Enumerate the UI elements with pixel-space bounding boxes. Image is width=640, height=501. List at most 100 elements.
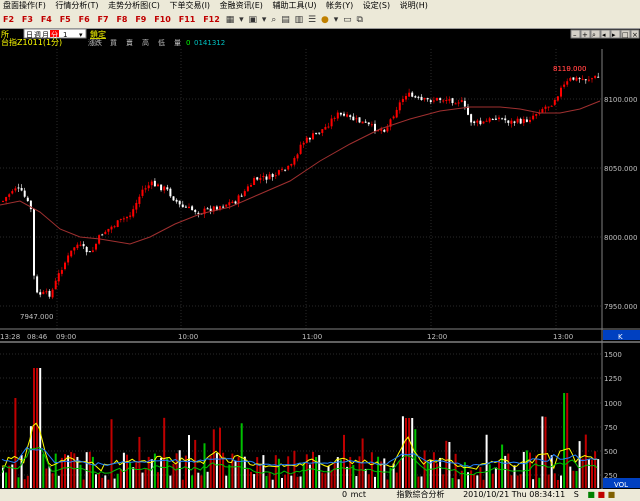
candle-body [67,255,70,263]
volume-bar [597,459,600,488]
chart-canvas[interactable]: 所 日 週 月 分 1 ▾ 鎖定 台指Z1011(1分) 漲跌 買 賣 高 低 … [0,29,640,489]
candle-body [271,174,274,177]
tray-icon[interactable]: ■ [608,490,616,499]
time-value: 0141312 [194,39,225,47]
candle-body [544,106,547,109]
f2-key[interactable]: F2 [3,11,14,28]
candle-body [343,113,345,116]
volume-bar [240,423,243,488]
volume-bar [482,479,485,488]
volume-bar [556,479,559,488]
f4-key[interactable]: F4 [41,11,52,28]
price-label-7950: 7950.000 [604,303,637,311]
candle-body [60,270,63,274]
menu-item-0[interactable]: 盘面操作(F) [3,1,46,10]
candle-body [374,123,376,132]
chart-icon[interactable]: ▤ [281,12,290,28]
candle-body [178,200,181,205]
candle-body [237,195,240,204]
volume-bar [107,479,110,488]
candle-body [26,197,29,202]
tray-icon[interactable]: ■ [598,490,606,499]
volume-bar [414,429,417,488]
candle-body [225,204,228,207]
window-tile-icon[interactable]: ⧉ [356,12,362,28]
chevron-down-icon[interactable]: ▾ [334,12,339,28]
candle-body [308,137,311,140]
window-icon[interactable]: ▣ [249,12,258,28]
globe-icon[interactable]: ● [321,12,329,28]
candle-body [166,187,169,190]
candle-body [222,206,225,208]
menu-item-8[interactable]: 说明(H) [400,1,428,10]
menu-item-3[interactable]: 下单交易(I) [169,1,210,10]
candle-body [417,96,420,98]
volume-bar [383,458,386,488]
volume-bar [525,450,528,488]
menu-item-4[interactable]: 金融资讯(E) [220,1,263,10]
volume-bar [581,458,584,488]
volume-bar [175,453,178,488]
grid-icon[interactable]: ▦ [226,12,235,28]
menu-item-5[interactable]: 辅助工具(U) [272,1,316,10]
volume-bar [374,476,376,488]
status-extra: S [573,490,579,499]
volume-bar [281,477,283,488]
volume-bar [141,472,144,488]
f9-key[interactable]: F9 [135,11,146,28]
f8-key[interactable]: F8 [116,11,127,28]
volume-bar [60,457,63,488]
period-value[interactable]: 1 [63,31,67,39]
volume-bar [228,464,231,488]
volume-bar [5,472,8,488]
volume-bar [324,473,327,488]
volume-bar [572,470,575,488]
volume-bar [296,476,299,488]
menu-item-1[interactable]: 行情分析(T) [55,1,98,10]
candle-body [85,246,88,253]
volume-bar [364,468,367,488]
volume-bar [398,460,401,488]
volume-bar [569,466,572,488]
volume-bar [327,465,330,488]
menu-item-2[interactable]: 走势分析图(C) [108,1,160,10]
f7-key[interactable]: F7 [98,11,109,28]
volume-bar [169,475,172,488]
f12-key[interactable]: F12 [203,11,220,28]
candle-body [70,250,73,257]
f5-key[interactable]: F5 [60,11,71,28]
volume-bar [51,473,54,488]
candle-body [556,96,559,101]
volume-value: 0 [186,39,190,47]
chevron-down-icon[interactable]: ▾ [262,12,267,28]
volume-bar [358,456,361,488]
volume-bar [73,453,76,488]
f3-key[interactable]: F3 [22,11,33,28]
volume-bar [448,441,451,488]
zoom-icon[interactable]: ⌕ [271,12,276,28]
f6-key[interactable]: F6 [79,11,90,28]
candle-body [361,121,364,124]
f11-key[interactable]: F11 [179,11,196,28]
chevron-down-icon[interactable]: ▾ [239,12,244,28]
candle-body [20,188,23,191]
monitor-icon[interactable]: ▭ [343,12,352,28]
f10-key[interactable]: F10 [154,11,171,28]
lock-label[interactable]: 鎖定 [90,29,106,39]
price-grid [0,49,602,329]
volume-bar [209,455,212,488]
candle-body [572,77,575,80]
volume-bar [594,451,597,488]
chart-area: 所 日 週 月 分 1 ▾ 鎖定 台指Z1011(1分) 漲跌 買 賣 高 低 … [0,29,640,489]
tray-icon[interactable]: ■ [587,490,595,499]
candle-body [510,120,513,124]
candle-body [45,291,48,293]
calculator-icon[interactable]: ▥ [295,12,304,28]
menu-item-7[interactable]: 设定(S) [363,1,390,10]
list-icon[interactable]: ☰ [308,12,316,28]
time-label-0: 13:28 [0,333,20,341]
candle-body [228,202,231,206]
menu-item-6[interactable]: 帐务(Y) [326,1,353,10]
period-dropdown-icon[interactable]: ▾ [79,31,83,39]
candle-body [284,169,287,171]
